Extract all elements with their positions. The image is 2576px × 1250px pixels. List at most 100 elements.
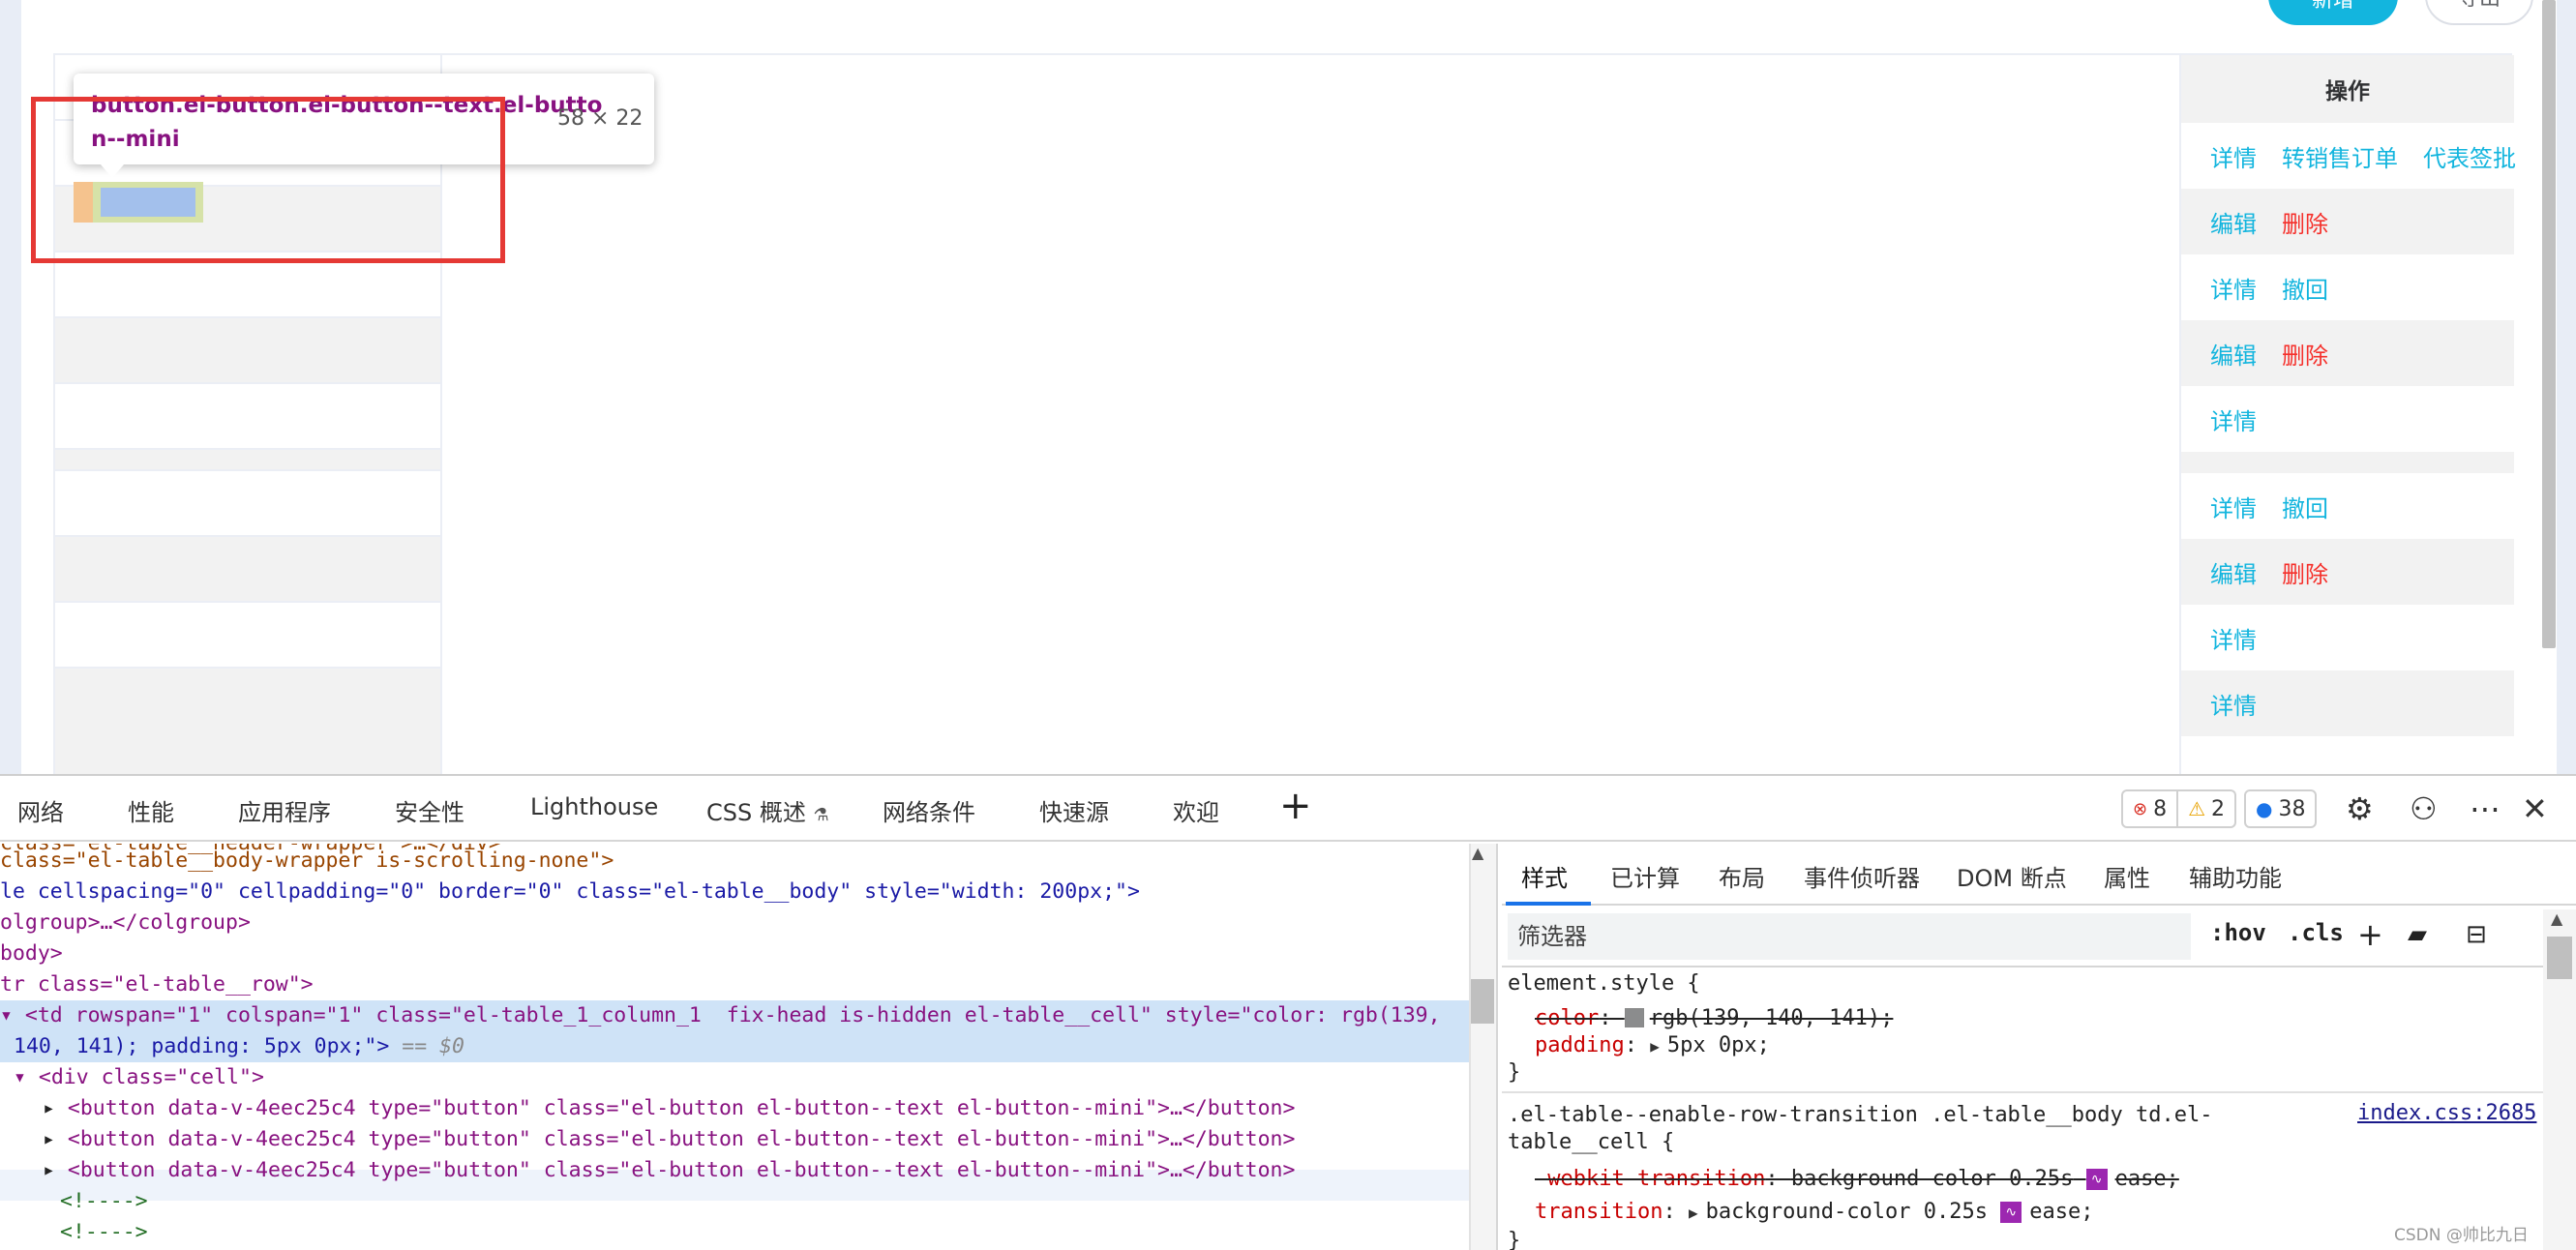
tab-dom-breakpoints[interactable]: DOM 断点: [1957, 859, 2067, 893]
more-options-icon[interactable]: ⋯: [2470, 789, 2501, 828]
tab-lighthouse[interactable]: Lighthouse: [530, 793, 658, 820]
rep-approval-link[interactable]: 代表签批: [2423, 139, 2516, 173]
dom-node[interactable]: class="el-table__body-wrapper is-scrolli…: [0, 846, 614, 877]
style-declaration[interactable]: transition: ▶ background-color 0.25s ∿ eas…: [1535, 1198, 2093, 1228]
to-sales-order-link[interactable]: 转销售订单: [2282, 139, 2398, 173]
detail-link[interactable]: 详情: [2210, 402, 2257, 436]
style-declaration[interactable]: padding: ▶ 5px 0px;: [1535, 1031, 1770, 1061]
styles-filterbar: :hov .cls + ▰ ⊟: [1502, 906, 2576, 967]
tab-styles[interactable]: 样式: [1521, 859, 1568, 893]
collapse-triangle-icon[interactable]: ▸: [43, 1096, 68, 1120]
delete-link[interactable]: 删除: [2282, 555, 2328, 589]
close-icon[interactable]: ✕: [2522, 789, 2548, 828]
paint-brush-icon[interactable]: ▰: [2408, 915, 2427, 954]
tab-properties[interactable]: 属性: [2104, 859, 2150, 893]
devtools-tabbar: 网络 性能 应用程序 安全性 Lighthouse CSS 概述 ⚗ 网络条件 …: [0, 776, 2576, 842]
detail-link[interactable]: 详情: [2210, 139, 2257, 173]
dom-node-cont: 140, 141); padding: 5px 0px;"> == $0: [14, 1031, 464, 1062]
detail-link[interactable]: 详情: [2210, 687, 2257, 721]
table-row: [55, 318, 440, 384]
collapse-triangle-icon[interactable]: ▸: [43, 1158, 68, 1182]
expand-triangle-icon[interactable]: ▾: [0, 1003, 25, 1027]
table-row: 编辑 删除: [2181, 189, 2514, 254]
dom-node[interactable]: le cellspacing="0" cellpadding="0" borde…: [0, 877, 1140, 908]
tooltip-size: 58 × 22: [557, 106, 644, 131]
elements-tree: class="el-table__header-wrapper">…</div>…: [0, 844, 1469, 1250]
styles-scroll-thumb[interactable]: [2547, 937, 2572, 979]
hov-toggle[interactable]: :hov: [2210, 919, 2266, 946]
style-declaration[interactable]: -webkit-transition: background-color 0.2…: [1535, 1165, 2179, 1194]
tab-accessibility[interactable]: 辅助功能: [2189, 859, 2282, 893]
tab-event-listeners[interactable]: 事件侦听器: [1804, 859, 1920, 893]
dom-node[interactable]: ▸ <button data-v-4eec25c4 type="button" …: [43, 1093, 1295, 1124]
dom-node-text: <div class="cell">: [38, 1065, 264, 1089]
edit-link[interactable]: 编辑: [2210, 205, 2257, 239]
easing-editor-icon[interactable]: ∿: [2000, 1202, 2022, 1223]
tab-network-conditions[interactable]: 网络条件: [883, 793, 975, 827]
web-page: 新增 导出 操作 详情 转销售订单: [0, 0, 2576, 776]
expand-triangle-icon[interactable]: ▾: [14, 1065, 39, 1089]
dom-node[interactable]: olgroup>…</colgroup>: [0, 908, 251, 938]
expand-triangle-icon[interactable]: ▶: [1689, 1204, 1698, 1222]
table-row: 编辑 删除: [2181, 539, 2514, 605]
add-tab-icon[interactable]: +: [1279, 784, 1312, 828]
page-scrollbar[interactable]: [2542, 0, 2556, 648]
detail-link[interactable]: 详情: [2210, 621, 2257, 655]
new-rule-icon[interactable]: +: [2357, 915, 2383, 954]
settings-gear-icon[interactable]: ⚙: [2346, 789, 2374, 828]
message-count[interactable]: ● 38: [2244, 789, 2318, 828]
styles-pane: 样式 已计算 布局 事件侦听器 DOM 断点 属性 辅助功能 :hov .cls…: [1502, 844, 2576, 1250]
cls-toggle[interactable]: .cls: [2288, 919, 2344, 946]
delete-link[interactable]: 删除: [2282, 205, 2328, 239]
scroll-up-icon[interactable]: ▲: [1472, 844, 1483, 862]
dom-node[interactable]: ▾ <div class="cell">: [14, 1062, 264, 1093]
warning-count[interactable]: ⚠ 2: [2178, 789, 2237, 828]
style-declaration[interactable]: color: rgb(139, 140, 141);: [1535, 1004, 1893, 1033]
color-swatch[interactable]: [1624, 1008, 1644, 1027]
dom-node-text: <!---->: [60, 1220, 148, 1244]
detail-link[interactable]: 详情: [2210, 490, 2257, 523]
expand-triangle-icon[interactable]: ▶: [1650, 1037, 1660, 1056]
withdraw-link[interactable]: 撤回: [2282, 271, 2328, 305]
dom-node-text: <!---->: [60, 1189, 148, 1213]
tab-welcome[interactable]: 欢迎: [1173, 793, 1219, 827]
edit-link[interactable]: 编辑: [2210, 337, 2257, 371]
selected-dom-node[interactable]: ▾ <td rowspan="1" colspan="1" class="el-…: [0, 1000, 1441, 1031]
delete-link[interactable]: 删除: [2282, 337, 2328, 371]
filter-input[interactable]: [1508, 913, 2191, 960]
prop-name: -webkit-transition: [1535, 1167, 1766, 1191]
dom-comment[interactable]: <!---->: [60, 1186, 148, 1217]
withdraw-link[interactable]: 撤回: [2282, 490, 2328, 523]
add-button[interactable]: 新增: [2268, 0, 2398, 25]
tab-performance[interactable]: 性能: [128, 793, 174, 827]
export-button[interactable]: 导出: [2425, 0, 2533, 25]
source-link[interactable]: index.css:2685: [2357, 1101, 2536, 1125]
detail-link[interactable]: 详情: [2210, 271, 2257, 305]
tab-network[interactable]: 网络: [17, 793, 64, 827]
tab-application[interactable]: 应用程序: [238, 793, 331, 827]
collapse-triangle-icon[interactable]: ▸: [43, 1127, 68, 1151]
tab-layout[interactable]: 布局: [1719, 859, 1765, 893]
elements-scrollbar[interactable]: [1469, 844, 1496, 1250]
toggle-sidebar-icon[interactable]: ⊟: [2466, 915, 2487, 954]
tab-computed[interactable]: 已计算: [1610, 859, 1680, 893]
elements-scroll-thumb[interactable]: [1471, 979, 1494, 1024]
prop-value: background-color 0.25s: [1790, 1167, 2074, 1191]
tab-quick-source[interactable]: 快速源: [1039, 793, 1109, 827]
tab-security[interactable]: 安全性: [395, 793, 464, 827]
table-row: [55, 537, 440, 603]
edit-link[interactable]: 编辑: [2210, 555, 2257, 589]
watermark: CSDN @帅比九日: [2394, 1226, 2529, 1245]
easing-editor-icon[interactable]: ∿: [2085, 1169, 2108, 1190]
dom-node[interactable]: ▸ <button data-v-4eec25c4 type="button" …: [43, 1155, 1295, 1186]
flask-icon: ⚗: [813, 805, 829, 825]
dom-node[interactable]: tr class="el-table__row">: [0, 969, 314, 1000]
issue-badges[interactable]: ⊗ 8 ⚠ 2 ● 38: [2121, 789, 2318, 828]
dom-comment[interactable]: <!---->: [60, 1217, 148, 1248]
dom-node[interactable]: body>: [0, 938, 63, 969]
feedback-icon[interactable]: ⚇: [2410, 789, 2438, 828]
scroll-up-icon[interactable]: ▲: [2551, 909, 2562, 928]
dom-node[interactable]: ▸ <button data-v-4eec25c4 type="button" …: [43, 1124, 1295, 1155]
tab-css-overview[interactable]: CSS 概述 ⚗: [706, 793, 829, 827]
error-count[interactable]: ⊗ 8: [2121, 789, 2179, 828]
